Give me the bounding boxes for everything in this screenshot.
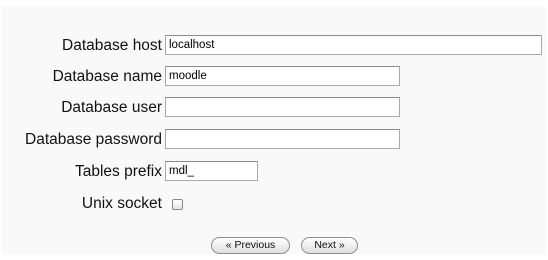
- unix-socket-label-cell: Unix socket: [2, 191, 162, 217]
- database-password-input[interactable]: [165, 129, 400, 149]
- database-host-row: Database host: [2, 33, 546, 59]
- database-user-input[interactable]: [165, 97, 400, 117]
- database-host-label-cell: Database host: [2, 33, 162, 59]
- database-password-label: Database password: [25, 131, 162, 148]
- tables-prefix-input[interactable]: [165, 161, 258, 181]
- database-name-row: Database name: [2, 64, 546, 90]
- database-name-input[interactable]: [165, 66, 400, 86]
- database-user-label: Database user: [61, 99, 162, 116]
- unix-socket-label: Unix socket: [81, 195, 162, 212]
- database-settings-form: Database host Database name Database use…: [2, 6, 546, 254]
- database-password-label-cell: Database password: [2, 127, 162, 153]
- tables-prefix-label-cell: Tables prefix: [2, 159, 162, 185]
- tables-prefix-row: Tables prefix: [2, 159, 546, 185]
- previous-button[interactable]: « Previous: [211, 237, 290, 254]
- database-user-label-cell: Database user: [2, 95, 162, 121]
- unix-socket-row: Unix socket: [2, 191, 546, 217]
- database-user-row: Database user: [2, 95, 546, 121]
- database-name-label-cell: Database name: [2, 64, 162, 90]
- database-host-label: Database host: [62, 37, 162, 54]
- unix-socket-checkbox[interactable]: [172, 199, 183, 210]
- database-host-input[interactable]: [165, 35, 542, 55]
- tables-prefix-label: Tables prefix: [74, 163, 162, 180]
- database-name-label: Database name: [52, 68, 162, 85]
- next-button[interactable]: Next »: [301, 237, 358, 254]
- database-password-row: Database password: [2, 127, 546, 153]
